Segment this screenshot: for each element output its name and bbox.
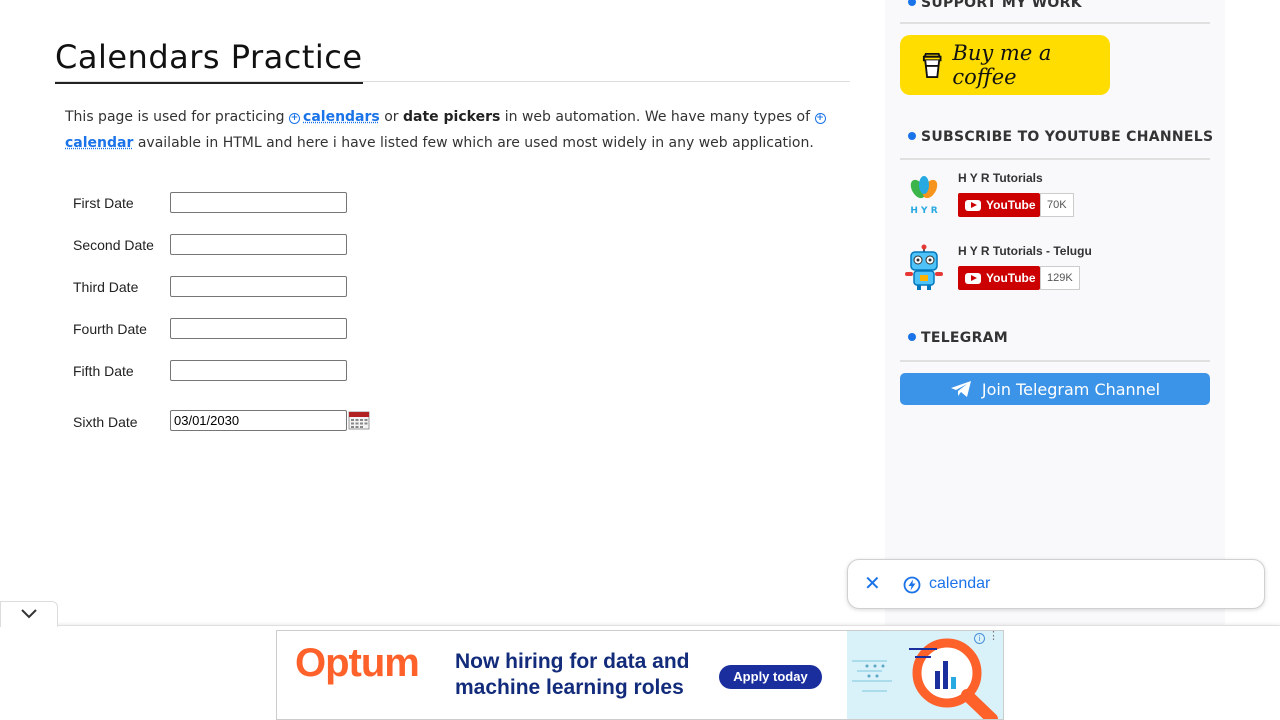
title-divider	[55, 81, 850, 82]
page-title: Calendars Practice	[55, 38, 363, 84]
apply-today-button[interactable]: Apply today	[719, 665, 822, 689]
ad-magnifier-illustration	[847, 631, 1003, 719]
intro-paragraph: This page is used for practicing + calend…	[65, 104, 845, 156]
fourth-date-label: Fourth Date	[73, 321, 147, 337]
search-query-text[interactable]: calendar	[929, 575, 990, 593]
bullet-icon	[908, 0, 916, 6]
bullet-icon	[908, 132, 916, 140]
bullet-icon	[908, 333, 916, 341]
channel-name: H Y R Tutorials	[958, 171, 1043, 185]
telegram-widget-title: TELEGRAM	[908, 330, 1008, 346]
sixth-date-input[interactable]	[170, 410, 347, 431]
youtube-channel-hyr-telugu: H Y R Tutorials - Telugu YouTube 129K	[900, 244, 1210, 294]
lightning-search-icon	[903, 576, 921, 594]
close-icon[interactable]: ✕	[864, 573, 884, 595]
sixth-date-label: Sixth Date	[73, 414, 138, 430]
calendars-link[interactable]: + calendars	[289, 109, 380, 125]
join-telegram-button[interactable]: Join Telegram Channel	[900, 373, 1210, 405]
ad-info-icon[interactable]: i	[974, 633, 985, 644]
ad-options-icon[interactable]: ⋮	[988, 631, 999, 642]
svg-text:H Y R: H Y R	[910, 206, 937, 216]
plus-circle-icon: +	[814, 113, 826, 124]
first-date-label: First Date	[73, 195, 134, 211]
coffee-label: Buy me a coffee	[952, 41, 1052, 89]
widget-divider	[900, 22, 1210, 24]
telegram-plane-icon	[950, 381, 971, 397]
first-date-input[interactable]	[170, 192, 347, 213]
fifth-date-label: Fifth Date	[73, 363, 134, 379]
third-date-label: Third Date	[73, 279, 139, 295]
youtube-logo-icon	[965, 272, 981, 284]
intro-text: This page is used for practicing	[65, 109, 290, 125]
date-pickers-text: date pickers	[402, 109, 501, 125]
ad-brand-logo: Optum	[295, 641, 420, 685]
fourth-date-input[interactable]	[170, 318, 347, 339]
hyr-logo-avatar: H Y R	[910, 176, 938, 216]
calendar-icon[interactable]	[348, 410, 370, 430]
support-widget-title: SUPPORT MY WORK	[908, 0, 1082, 11]
youtube-subscribe-button[interactable]: YouTube	[958, 193, 1040, 217]
channel-name: H Y R Tutorials - Telugu	[958, 244, 1092, 258]
coffee-cup-icon	[922, 52, 942, 78]
ad-headline: Now hiring for data and machine learning…	[455, 650, 690, 699]
subscriber-count: 70K	[1040, 193, 1074, 217]
second-date-label: Second Date	[73, 237, 154, 253]
youtube-subscribe-button[interactable]: YouTube	[958, 266, 1040, 290]
optum-ad-banner[interactable]: Optum Now hiring for data and machine le…	[276, 630, 1004, 720]
subscriber-count: 129K	[1040, 266, 1080, 290]
third-date-input[interactable]	[170, 276, 347, 297]
robot-avatar	[905, 244, 943, 290]
youtube-channel-hyr: H Y R H Y R Tutorials YouTube 70K	[900, 171, 1210, 221]
buy-me-a-coffee-button[interactable]: Buy me a coffee	[900, 35, 1110, 95]
widget-divider	[900, 360, 1210, 362]
youtube-logo-icon	[965, 199, 981, 211]
chevron-down-icon	[21, 609, 37, 619]
widget-divider	[900, 158, 1210, 160]
second-date-input[interactable]	[170, 234, 347, 255]
search-suggestion-chip: ✕ calendar	[847, 559, 1265, 609]
fifth-date-input[interactable]	[170, 360, 347, 381]
collapse-ad-button[interactable]	[0, 601, 58, 627]
youtube-widget-title: SUBSCRIBE TO YOUTUBE CHANNELS	[908, 129, 1213, 145]
plus-circle-icon: +	[289, 113, 301, 124]
